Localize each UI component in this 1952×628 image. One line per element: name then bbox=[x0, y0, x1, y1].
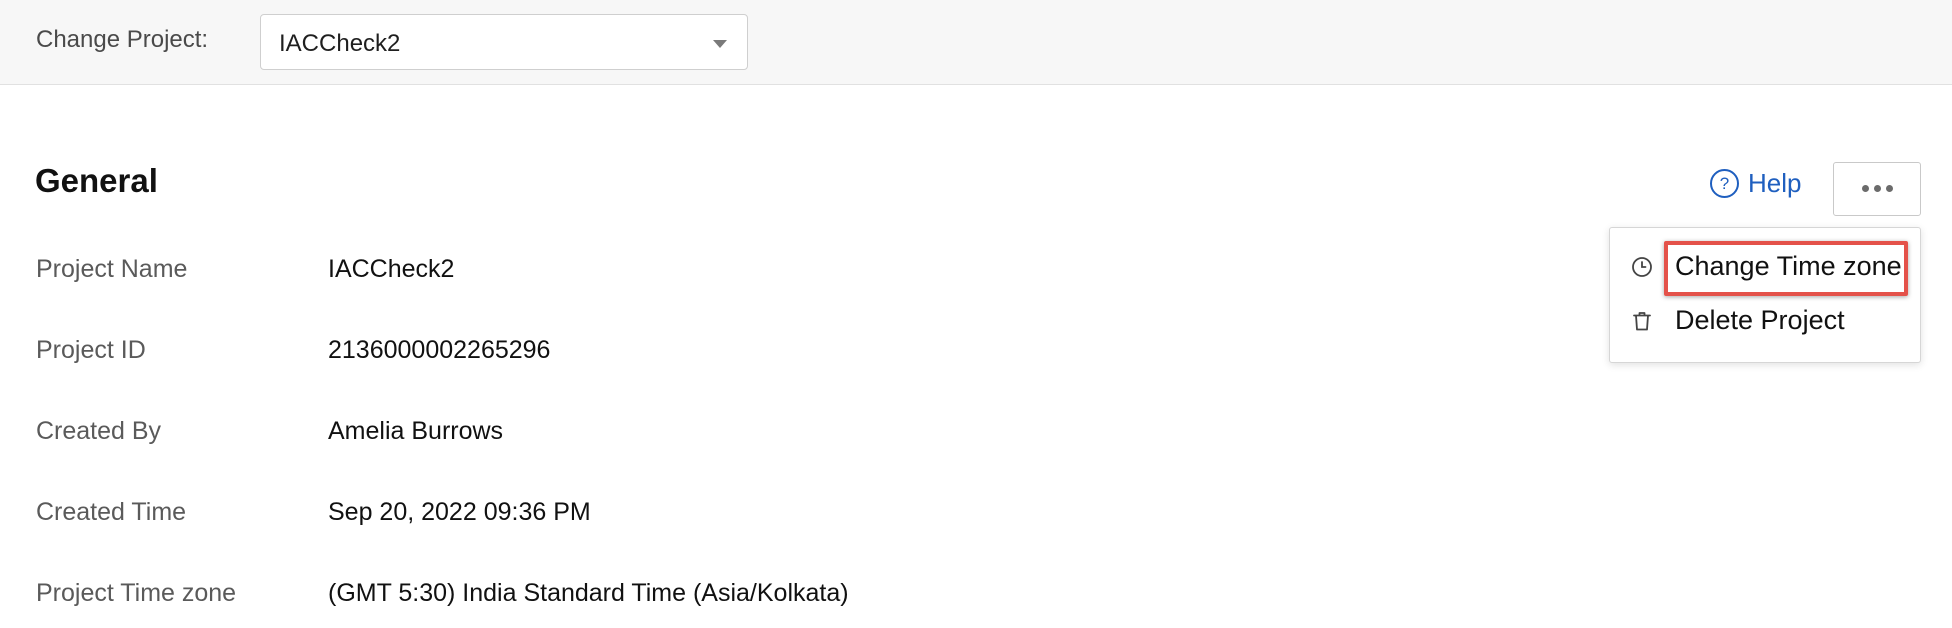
detail-row-created-by: Created By Amelia Burrows bbox=[0, 417, 1200, 453]
detail-row-project-time-zone: Project Time zone (GMT 5:30) India Stand… bbox=[0, 579, 1200, 615]
menu-item-label: Delete Project bbox=[1675, 305, 1845, 335]
detail-label: Project Time zone bbox=[36, 579, 237, 607]
detail-value: Amelia Burrows bbox=[328, 417, 504, 445]
clock-icon bbox=[1632, 257, 1652, 277]
help-label: Help bbox=[1748, 167, 1802, 198]
section-title: General bbox=[35, 162, 158, 199]
detail-value: 2136000002265296 bbox=[328, 336, 551, 364]
detail-row-project-id: Project ID 2136000002265296 bbox=[0, 336, 1200, 372]
detail-value: Sep 20, 2022 09:36 PM bbox=[328, 498, 591, 526]
caret-down-icon[interactable] bbox=[713, 40, 727, 48]
change-project-label: Change Project: bbox=[36, 26, 209, 53]
detail-row-created-time: Created Time Sep 20, 2022 09:36 PM bbox=[0, 498, 1200, 534]
top-bar: Change Project: IACCheck2 bbox=[0, 0, 1952, 85]
more-options-menu: Change Time zone Delete Project bbox=[1609, 227, 1921, 363]
ellipsis-icon bbox=[1834, 185, 1920, 193]
trash-icon bbox=[1633, 312, 1651, 331]
detail-row-project-name: Project Name IACCheck2 bbox=[0, 255, 1200, 291]
menu-item-delete-project[interactable]: Delete Project bbox=[1610, 298, 1920, 344]
detail-value: IACCheck2 bbox=[328, 255, 455, 283]
detail-value: (GMT 5:30) India Standard Time (Asia/Kol… bbox=[328, 579, 849, 607]
project-select-value: IACCheck2 bbox=[279, 30, 401, 57]
detail-label: Created Time bbox=[36, 498, 187, 526]
detail-label: Project Name bbox=[36, 255, 188, 283]
help-link[interactable]: ? Help bbox=[1710, 166, 1801, 200]
menu-item-change-time-zone[interactable]: Change Time zone bbox=[1610, 244, 1920, 290]
menu-item-label: Change Time zone bbox=[1675, 251, 1902, 281]
question-circle-icon: ? bbox=[1710, 168, 1739, 198]
detail-label: Created By bbox=[36, 417, 162, 445]
detail-label: Project ID bbox=[36, 336, 146, 364]
project-select[interactable]: IACCheck2 bbox=[260, 14, 748, 70]
more-options-button[interactable] bbox=[1833, 162, 1921, 216]
